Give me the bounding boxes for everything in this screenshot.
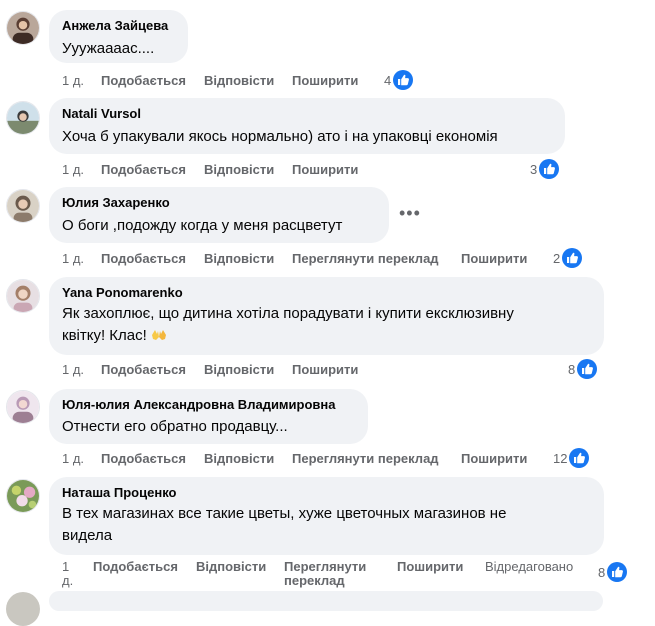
comment-actions: 1 д. Подобається Відповісти Поширити [62,161,402,181]
thumbs-up-icon [577,359,598,379]
comment-actions: 1 д. Подобається Відповісти Поширити [62,361,402,381]
comment-actions: 1 д. Подобається Відповісти Поширити [62,72,402,92]
avatar[interactable] [6,189,40,223]
comment-text-line: квітку! Клас! [62,325,591,347]
share-button[interactable]: Поширити [292,72,358,90]
comment-author[interactable]: Natali Vursol [62,105,552,122]
thumbs-up-icon [539,159,560,179]
share-button[interactable]: Поширити [461,450,527,468]
share-button[interactable]: Поширити [292,361,358,379]
comment-author[interactable]: Наташа Проценко [62,484,591,501]
reply-button[interactable]: Відповісти [204,161,274,179]
translate-button[interactable]: переклад [284,572,345,590]
comment-time[interactable]: 1 д. [62,450,84,468]
comment-time[interactable]: 1 д. [62,161,84,179]
comment-text: Хоча б упакували якось нормально) ато і … [62,128,498,145]
comment-time[interactable]: 1 д. [62,250,84,268]
reaction-count-value: 3 [530,161,538,177]
thumbs-up-icon [393,70,414,90]
raising-hands-emoji-icon [151,327,167,341]
edited-label: Відредаговано [485,559,574,574]
comment-bubble: Юлия Захаренко О боги ,подожду когда у м… [49,187,389,243]
comment-text-line: видела [62,527,113,544]
comment-text: О боги ,подожду когда у меня расцветут [62,217,343,234]
reaction-count[interactable]: 12 [553,448,590,468]
share-button[interactable]: Поширити [461,250,527,268]
comment-text-line: В тех магазинах все такие цветы, хуже цв… [62,505,507,522]
reaction-count-value: 8 [598,564,606,580]
reply-button[interactable]: Відповісти [196,558,266,576]
comment-text: Ууужаааас.... [62,40,155,57]
thumbs-up-icon [607,562,628,582]
comment-bubble: Yana Ponomarenko Як захоплює, що дитина … [49,277,604,355]
like-button[interactable]: Подобається [101,250,186,268]
reaction-count[interactable]: 3 [530,159,560,179]
comment-bubble: Natali Vursol Хоча б упакували якось нор… [49,98,565,154]
comment-actions: 1 д. Подобається Відповісти Переглянути … [62,250,542,270]
comment-time[interactable]: 1 д. [62,361,84,379]
avatar[interactable] [6,390,40,424]
thumbs-up-icon [569,448,590,468]
reaction-count-value: 8 [568,361,576,377]
comment-author[interactable]: Юлия Захаренко [62,194,376,211]
comment-bubble [49,591,603,611]
reply-button[interactable]: Відповісти [204,450,274,468]
reaction-count[interactable]: 8 [598,562,628,582]
share-button[interactable]: Поширити [292,161,358,179]
like-button[interactable]: Подобається [101,361,186,379]
reply-button[interactable]: Відповісти [204,250,274,268]
avatar[interactable] [6,592,40,626]
reaction-count-value: 4 [384,72,392,88]
avatar[interactable] [6,279,40,313]
comment-bubble: Анжела Зайцева Ууужаааас.... [49,10,188,63]
like-button[interactable]: Подобається [101,450,186,468]
comment-author[interactable]: Анжела Зайцева [62,17,175,34]
reaction-count-value: 2 [553,250,561,266]
share-button[interactable]: Поширити [397,558,463,576]
reaction-count-value: 12 [553,450,568,466]
like-button[interactable]: Подобається [93,558,178,576]
translate-button[interactable]: Переглянути переклад [292,450,439,468]
like-button[interactable]: Подобається [101,72,186,90]
more-options-icon[interactable]: ••• [399,204,421,222]
comment-text-line: квітку! Клас! [62,327,147,344]
comment-time[interactable]: д. [62,572,73,590]
thumbs-up-icon [562,248,583,268]
avatar[interactable] [6,479,40,513]
comment-text: Отнести его обратно продавцу... [62,418,288,435]
reply-button[interactable]: Відповісти [204,361,274,379]
comment-bubble: Юля-юлия Александровна Владимировна Отне… [49,389,368,444]
comment-bubble: Наташа Проценко В тех магазинах все таки… [49,477,604,555]
reply-button[interactable]: Відповісти [204,72,274,90]
comment-actions: 1 д. Подобається Відповісти Переглянути … [62,558,622,590]
comment-author[interactable]: Юля-юлия Александровна Владимировна [62,396,355,413]
reaction-count[interactable]: 4 [384,70,414,90]
avatar[interactable] [6,101,40,135]
comment-text-line: Як захоплює, що дитина хотіла порадувати… [62,305,514,322]
comment-actions: 1 д. Подобається Відповісти Переглянути … [62,450,542,470]
comment-author[interactable]: Yana Ponomarenko [62,284,591,301]
reaction-count[interactable]: 8 [568,359,598,379]
reaction-count[interactable]: 2 [553,248,583,268]
like-button[interactable]: Подобається [101,161,186,179]
translate-button[interactable]: Переглянути переклад [292,250,439,268]
avatar[interactable] [6,11,40,45]
comment-time[interactable]: 1 д. [62,72,84,90]
